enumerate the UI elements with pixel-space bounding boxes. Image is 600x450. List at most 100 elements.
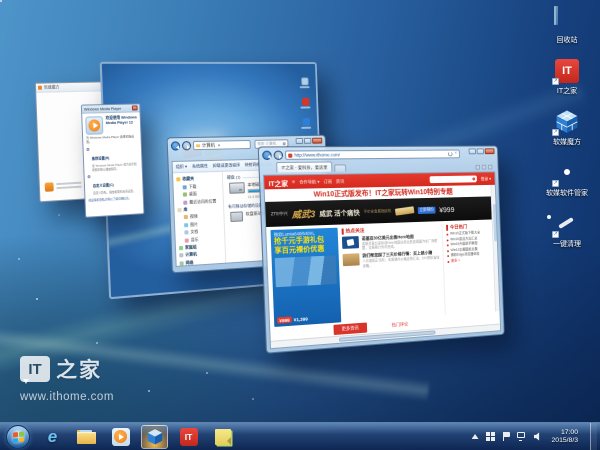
chevron-down-icon: ▾ [218, 143, 220, 148]
desktop-icon-cleaner[interactable]: ↗ 一键清理 [538, 211, 596, 249]
stop-icon[interactable]: × [454, 151, 457, 156]
nav-desktop[interactable]: 桌面 [177, 190, 223, 198]
news-thumbnail [342, 236, 359, 249]
wmp-setup-dialog[interactable]: Windows Media Player 欢迎使用 Windows Media … [81, 103, 145, 217]
forward-button[interactable] [182, 141, 191, 150]
ie-icon: e [48, 428, 57, 445]
site-logo[interactable]: IT之家 [268, 177, 288, 188]
desktop-icon-ithome[interactable]: IT ↗ IT之家 [538, 58, 596, 96]
app-icon [38, 86, 42, 90]
taskbar-explorer-button[interactable] [73, 425, 100, 449]
group-header-harddisks[interactable]: 硬盘 (1) [227, 174, 241, 180]
maximize-icon[interactable] [477, 148, 484, 154]
wmp-heading: 欢迎使用 Windows Media Player 12 [106, 115, 138, 134]
shortcut-arrow-icon: ↗ [552, 231, 559, 238]
forward-button[interactable] [274, 151, 284, 160]
hot-news-column: 热点关注 诺基亚30亿美元出售Here地图 诺基亚官方宣布将Here地图业务出售… [342, 224, 446, 322]
hot-comments-link[interactable]: 热门评论 [391, 321, 408, 328]
ie-browser-window[interactable]: http://www.ithome.com/ × IT之家 - 爱科技，爱这里 … [258, 145, 505, 353]
ad-brand: ZTE中兴 [271, 211, 288, 218]
show-desktop-button[interactable] [590, 423, 597, 450]
site-search-input[interactable] [430, 175, 477, 183]
taskbar: e IT 17:00 2015/8/3 [0, 422, 600, 450]
taskbar-wmp-button[interactable] [107, 425, 134, 449]
mini-ithome-icon [302, 98, 309, 106]
desktop-icon-software-manager[interactable]: ↗ 软媒软件管家 [538, 160, 596, 198]
menu-icon[interactable]: ≡ [292, 179, 295, 185]
ithome-icon: IT [180, 428, 198, 446]
address-breadcrumb[interactable]: 计算机 ▾ [193, 140, 251, 150]
uninstall-programs-button[interactable]: 卸载或更改程序 [213, 162, 240, 169]
favorites-icon[interactable] [482, 165, 487, 170]
watermark-brand-text: 之家 [56, 354, 102, 384]
close-icon[interactable] [485, 148, 495, 154]
taskbar-clock[interactable]: 17:00 2015/8/3 [552, 429, 578, 445]
news-item[interactable]: 我们帮您踩了三天价格行情：买上就小赚 八月装机正当时，本周硬件价格走势汇总，DI… [343, 250, 441, 269]
taskbar-ie-button[interactable]: e [39, 425, 66, 449]
privacy-note-link[interactable]: 阅读联机隐私声明以了解详细信息。 [88, 196, 140, 202]
radio-recommended[interactable] [86, 147, 89, 150]
radio-custom[interactable] [87, 175, 90, 178]
start-button[interactable] [6, 425, 30, 449]
sidebar-header: 今日热门 [450, 223, 468, 230]
nav-downloads[interactable]: 下载 [176, 183, 222, 191]
wmp-description: 为 Windows Media Player 选择初始设置。 [86, 135, 138, 144]
network-icon[interactable] [517, 432, 527, 441]
today-hot-sidebar: 今日热门 Win10正式版下载大全 Win10激活方法汇总 Win10升级助手教… [446, 222, 496, 314]
maximize-icon[interactable] [304, 138, 312, 144]
organize-menu[interactable]: 组织 ▾ [176, 164, 187, 170]
close-icon[interactable] [312, 138, 322, 144]
ad-subline: 平价全金属指纹机 [364, 208, 392, 214]
refresh-icon[interactable] [448, 152, 453, 157]
nav-network[interactable]: 网络 [179, 257, 225, 265]
address-bar[interactable]: http://www.ithome.com/ × [285, 150, 460, 160]
nav-subscribe[interactable]: 订阅 [323, 178, 332, 184]
hot-section-header: 热点关注 [345, 227, 364, 235]
news-item[interactable]: 诺基亚30亿美元出售Here地图 诺基亚官方宣布将Here地图业务出售给德国汽车… [342, 233, 440, 251]
get-windows10-icon[interactable] [486, 432, 495, 441]
watermark-url: www.ithome.com [20, 391, 114, 403]
sticky-note-icon [215, 429, 231, 445]
sidebar-link[interactable]: 更多 > [447, 257, 494, 263]
back-button[interactable] [171, 141, 180, 150]
browser-tab[interactable]: IT之家 - 爱科技，爱这里 [276, 161, 332, 172]
lumia-price-badge: ¥999 [277, 316, 292, 323]
recommended-settings-label[interactable]: 推荐设置(R) [92, 156, 110, 161]
action-center-icon[interactable] [502, 432, 510, 441]
desktop-icon-mofang[interactable]: ↗ 软媒魔方 [538, 109, 596, 147]
nav-partners[interactable]: 合作导航 ▾ [299, 179, 320, 186]
back-window-titlebar: 软媒魔方 [36, 82, 109, 93]
minimize-icon[interactable] [469, 148, 476, 154]
desktop-icon-column: 回收站 IT ↗ IT之家 [538, 7, 596, 249]
ad-model: 威武3 [292, 206, 316, 220]
orange-app-logo-icon [45, 182, 54, 192]
login-button[interactable]: 登录 ▾ [481, 176, 492, 182]
nav-news[interactable]: 资讯 [336, 178, 345, 184]
nav-favorites[interactable]: 收藏夹 [176, 175, 222, 183]
shortcut-arrow-icon: ↗ [552, 129, 559, 136]
taskbar-ithome-button[interactable]: IT [175, 425, 202, 449]
system-properties-button[interactable]: 系统属性 [192, 163, 208, 170]
wmp-logo-icon [85, 116, 103, 135]
home-icon[interactable] [475, 165, 480, 170]
folder-icon [77, 430, 96, 444]
desktop-icon-recycle-bin[interactable]: 回收站 [538, 7, 596, 45]
custom-settings-label[interactable]: 自定义设置(C) [93, 183, 114, 188]
taskbar-mofang-button-active[interactable] [141, 425, 168, 449]
lumia-ad-card[interactable]: 微软Lumia640/640XL 抢千元手游礼包 享百元裸价优惠 ¥999 ¥1… [270, 228, 341, 327]
preorder-button[interactable]: 立即预约 [418, 206, 436, 213]
ad-slogan: 威武 活个痛快 [319, 207, 360, 218]
windows7-desktop: IT 之家 www.ithome.com 软媒魔方 [0, 0, 600, 450]
show-hidden-icons-button[interactable] [472, 434, 479, 439]
minimize-icon[interactable] [296, 138, 304, 144]
new-tab-button[interactable] [334, 164, 346, 171]
scrollbar-thumb[interactable] [492, 204, 496, 242]
volume-icon[interactable] [534, 432, 543, 441]
mini-mofang-icon [302, 118, 309, 126]
back-button[interactable] [262, 151, 272, 160]
explorer-nav-pane: 收藏夹 下载 桌面 最近访问的位置 库 视频 图片 文档 音乐 家庭组 计算机 … [173, 172, 226, 266]
more-news-button[interactable]: 更多资讯 [333, 322, 366, 335]
tools-icon[interactable] [488, 165, 493, 170]
close-icon[interactable] [132, 105, 138, 110]
taskbar-notes-button[interactable] [209, 425, 236, 449]
